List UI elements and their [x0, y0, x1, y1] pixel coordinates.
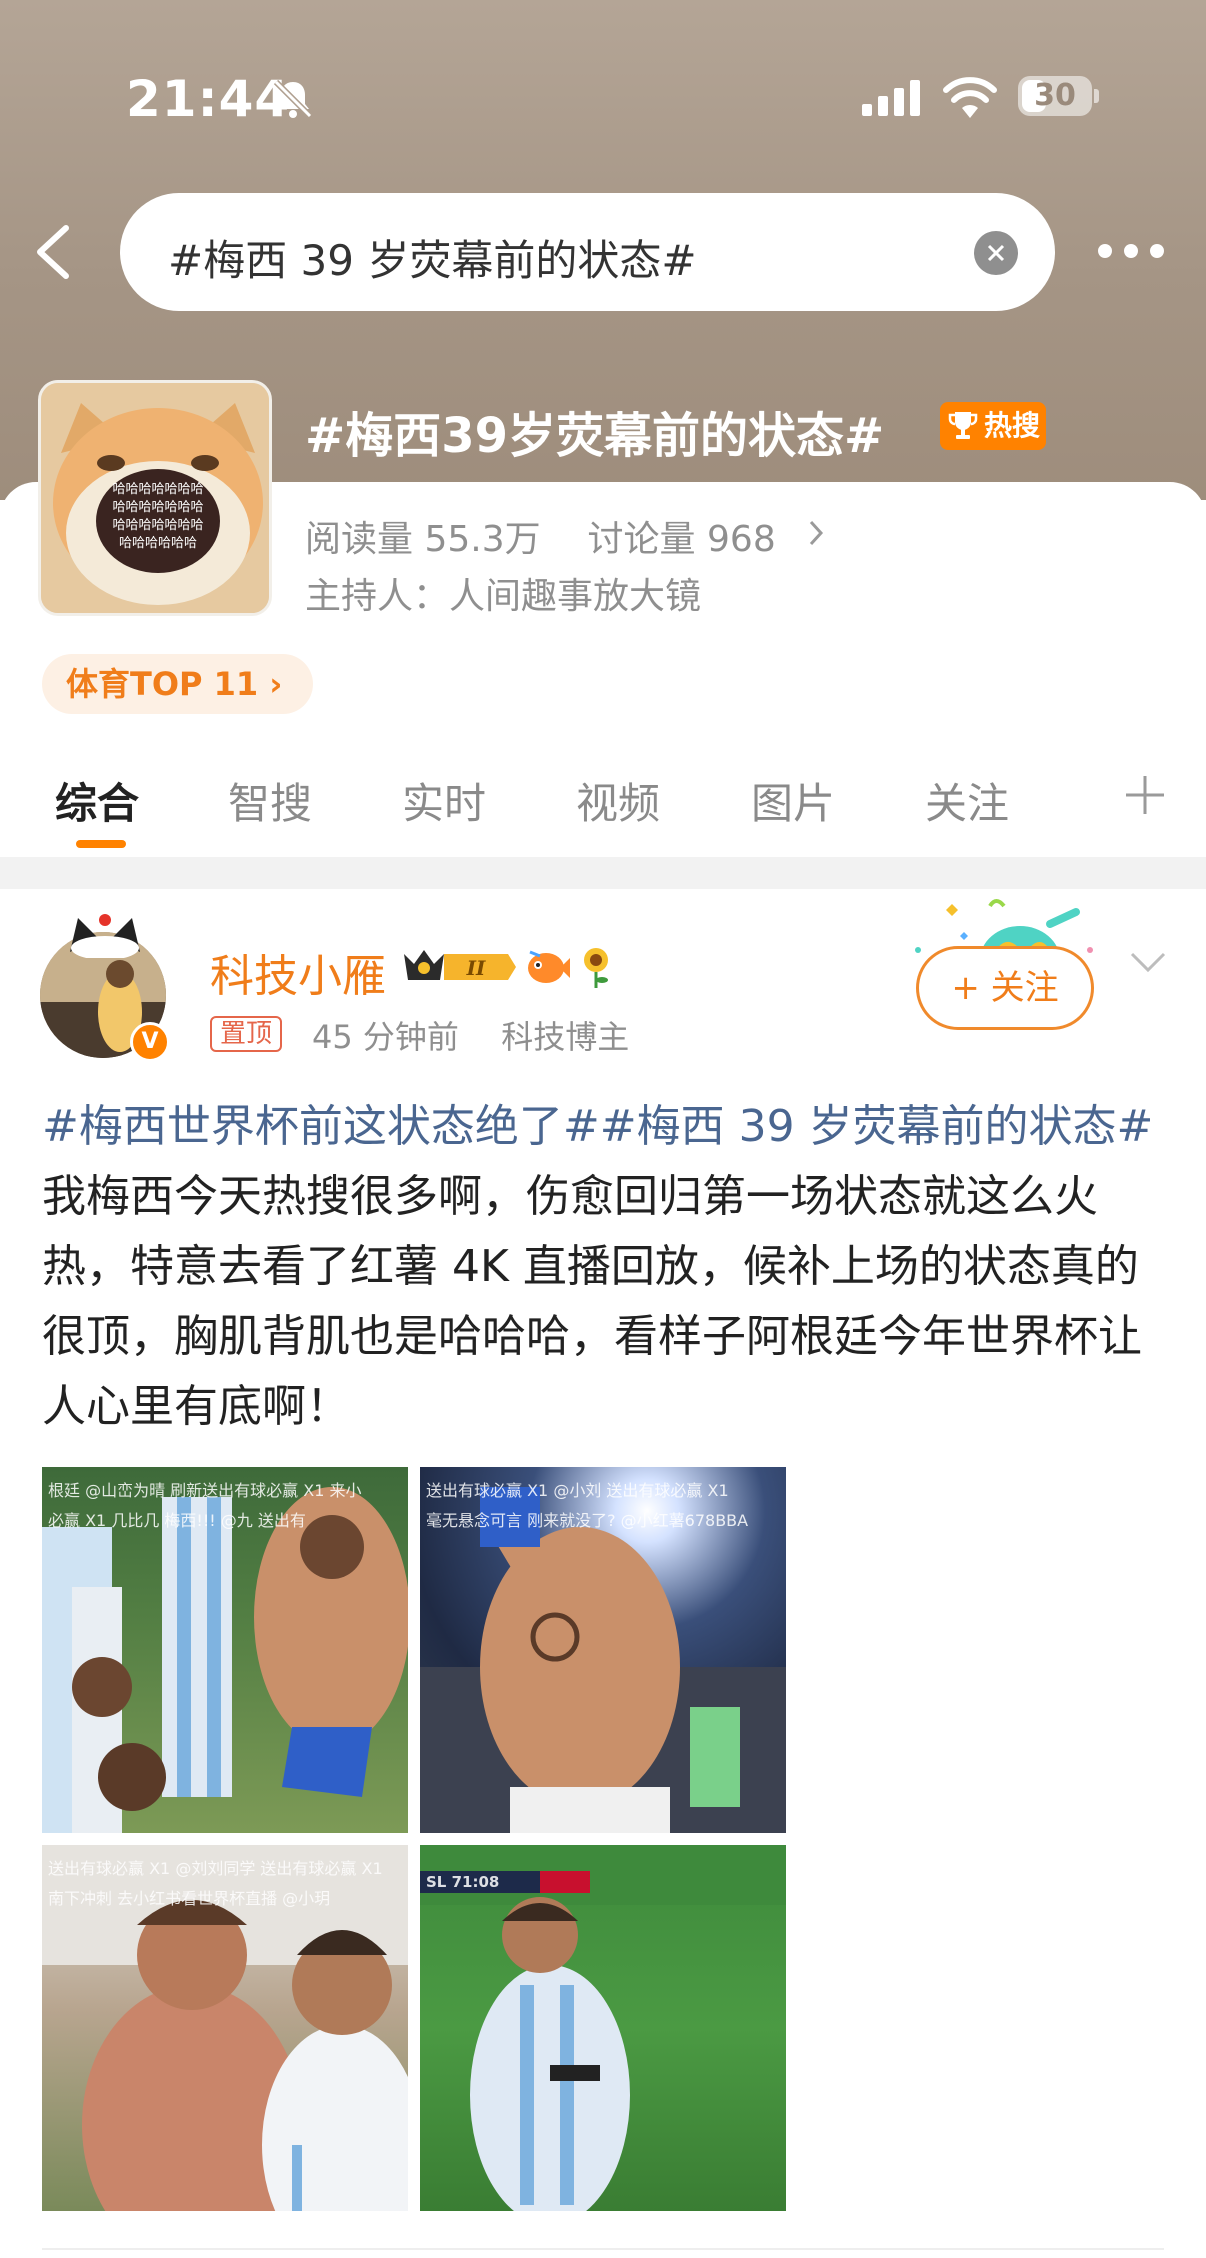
hot-badge-label: 热搜 [984, 409, 1041, 442]
image-caption: 毫无悬念可言 刚来就没了? @小红薯678BBA [426, 1511, 749, 1530]
tab-bar: 综合 智搜 实时 视频 图片 关注 [0, 760, 1206, 860]
clear-icon[interactable] [974, 231, 1018, 275]
post-image[interactable]: SL 71:08 [420, 1845, 786, 2211]
tab-video[interactable]: 视频 [576, 770, 660, 831]
svg-text:哈哈哈哈哈哈: 哈哈哈哈哈哈 [119, 536, 197, 551]
more-icon[interactable] [1096, 236, 1166, 266]
svg-text:哈哈哈哈哈哈哈: 哈哈哈哈哈哈哈 [112, 500, 203, 515]
status-time: 21:44 [126, 70, 291, 128]
tab-realtime[interactable]: 实时 [402, 770, 486, 831]
rank-tag[interactable]: 体育TOP 11 › [42, 654, 313, 714]
svg-text:哈哈哈哈哈哈哈: 哈哈哈哈哈哈哈 [112, 482, 203, 497]
image-caption: 必赢 X1 几比几 梅西!!! @九 送出有 [48, 1511, 306, 1530]
wifi-icon [943, 77, 997, 118]
post-separator [42, 2248, 1164, 2250]
section-divider [0, 857, 1206, 889]
hashtag-link[interactable]: #梅西世界杯前这状态绝了# [42, 1101, 600, 1152]
plus-icon[interactable] [1122, 772, 1168, 818]
follow-button[interactable]: + 关注 [916, 946, 1094, 1030]
image-caption: 南下冲刺 去小红书看世界杯直播 @小玥 [48, 1889, 331, 1908]
discussions-label: 讨论量 [587, 519, 696, 560]
tab-comprehensive[interactable]: 综合 [55, 770, 139, 831]
chevron-right-icon[interactable] [806, 518, 826, 548]
post-image[interactable]: 根廷 @山峦为晴 刷新送出有球必赢 X1 来小 必赢 X1 几比几 梅西!!! … [42, 1467, 408, 1833]
reads-value: 55.3万 [424, 519, 541, 560]
avatar[interactable]: V [40, 912, 170, 1062]
topic-host[interactable]: 主持人：人间趣事放大镜 [305, 567, 701, 619]
battery-icon: 30 [1018, 76, 1099, 116]
tab-following[interactable]: 关注 [925, 770, 1009, 831]
discussions-value: 968 [707, 519, 776, 560]
topic-stats[interactable]: 阅读量 55.3万 讨论量 968 [305, 510, 776, 562]
author-name[interactable]: 科技小雁 [210, 940, 386, 1004]
search-input[interactable]: #梅西 39 岁荧幕前的状态# [120, 193, 1055, 311]
svg-text:II: II [466, 956, 486, 980]
hot-search-badge: 热搜 [940, 402, 1046, 450]
bell-muted-icon [273, 79, 313, 119]
topic-title: #梅西39岁荧幕前的状态# [305, 408, 885, 464]
trophy-icon [948, 412, 978, 439]
fish-icon [528, 950, 570, 983]
post-image[interactable]: 送出有球必赢 X1 @刘刘同学 送出有球必赢 X1 南下冲刺 去小红书看世界杯直… [42, 1845, 408, 2211]
svg-text:哈哈哈哈哈哈哈: 哈哈哈哈哈哈哈 [112, 518, 203, 533]
topic-thumbnail: 哈哈哈哈哈哈哈 哈哈哈哈哈哈哈 哈哈哈哈哈哈哈 哈哈哈哈哈哈 [38, 380, 272, 616]
tab-smart-search[interactable]: 智搜 [228, 770, 312, 831]
post-image[interactable]: 送出有球必赢 X1 @小刘 送出有球必赢 X1 毫无悬念可言 刚来就没了? @小… [420, 1467, 786, 1833]
hashtag-link[interactable]: #梅西 39 岁荧幕前的状态# [600, 1101, 1154, 1152]
image-caption: 送出有球必赢 X1 @刘刘同学 送出有球必赢 X1 [48, 1859, 383, 1878]
signal-icon [862, 80, 920, 116]
post-body: #梅西世界杯前这状态绝了##梅西 39 岁荧幕前的状态# 我梅西今天热搜很多啊，伤… [42, 1092, 1172, 1442]
active-tab-indicator [76, 840, 126, 848]
sunflower-icon [584, 948, 608, 988]
reads-label: 阅读量 [305, 519, 414, 560]
back-icon[interactable] [30, 222, 80, 282]
vip-level-icon: II [404, 950, 516, 980]
search-query: #梅西 39 岁荧幕前的状态# [168, 236, 697, 285]
pinned-badge: 置顶 [210, 1016, 283, 1052]
post-body-text: 我梅西今天热搜很多啊，伤愈回归第一场状态就这么火热，特意去看了红薯 4K 直播回… [42, 1171, 1142, 1432]
post-time: 45 分钟前 [312, 1018, 459, 1056]
chevron-down-icon[interactable] [1128, 950, 1168, 974]
author-tag: 科技博主 [501, 1018, 630, 1056]
scoreboard: SL 71:08 [426, 1873, 500, 1891]
post-meta: 45 分钟前 科技博主 [312, 1012, 629, 1058]
image-caption: 送出有球必赢 X1 @小刘 送出有球必赢 X1 [426, 1481, 729, 1500]
verified-icon: V [130, 1022, 170, 1062]
battery-level-text: 30 [1034, 78, 1076, 113]
tab-images[interactable]: 图片 [751, 770, 835, 831]
image-caption: 根廷 @山峦为晴 刷新送出有球必赢 X1 来小 [48, 1481, 362, 1500]
cat-ears-icon [70, 914, 140, 958]
